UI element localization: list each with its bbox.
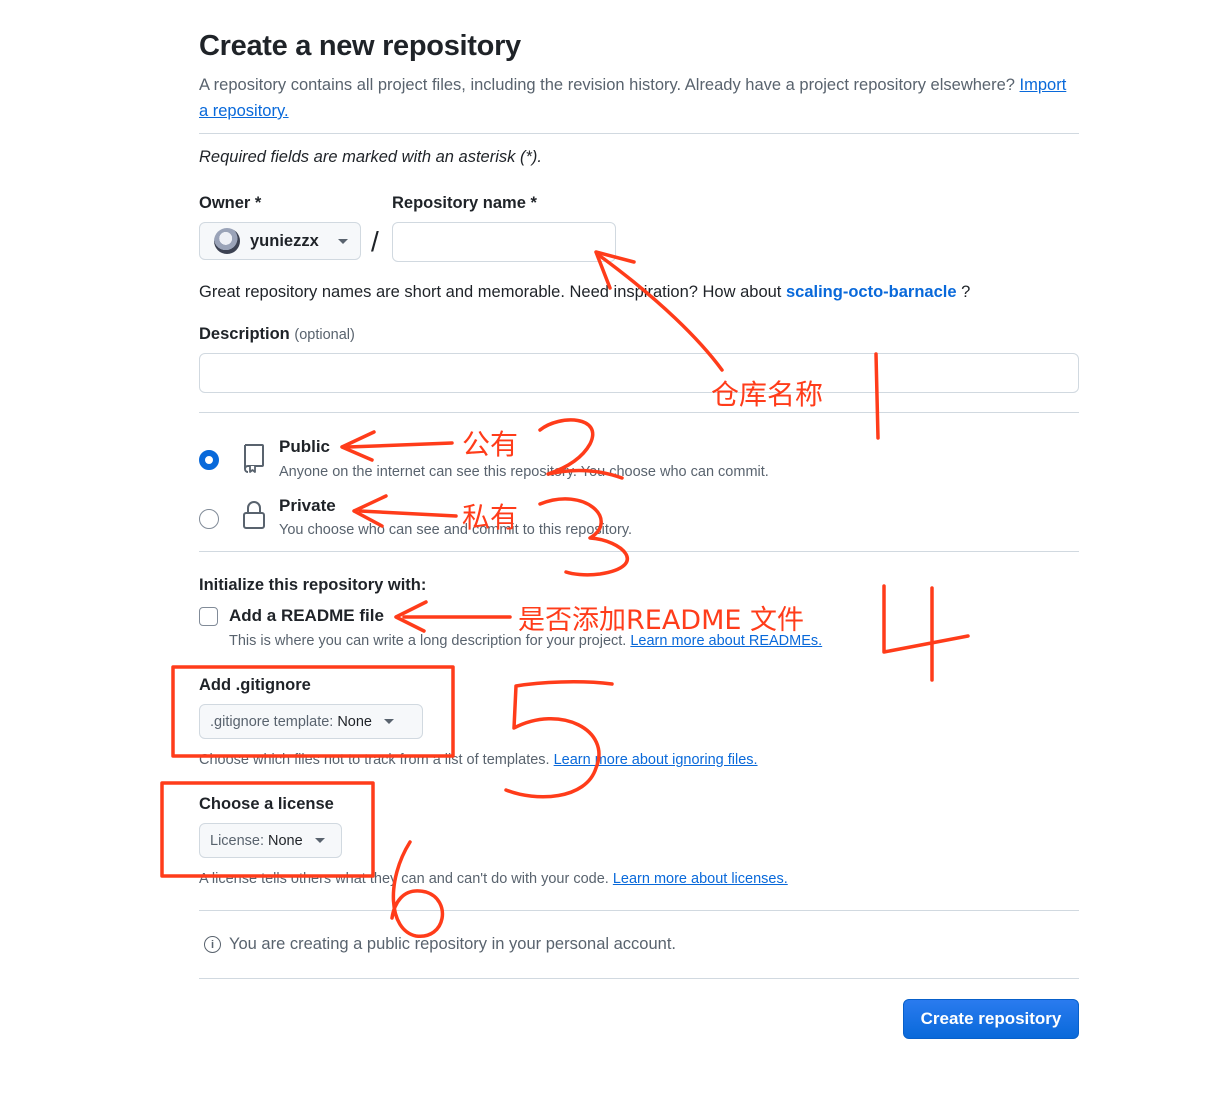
gitignore-template-value: None [337,713,372,730]
divider [199,910,1079,911]
arrowhead-public [340,430,376,462]
account-notice: i You are creating a public repository i… [204,935,676,954]
name-suggestion-link[interactable]: scaling-octo-barnacle [786,283,957,301]
owner-label: Owner * [199,194,262,212]
annotation-public: 公有 [462,428,519,461]
public-radio[interactable] [199,450,219,470]
annotation-number-5 [504,680,614,799]
owner-dropdown[interactable]: yuniezzx [199,222,361,260]
arrowhead-readme [394,600,428,633]
lead-text: A repository contains all project files,… [199,76,1015,94]
private-radio[interactable] [199,509,219,529]
chevron-down-icon [314,838,325,843]
divider [199,551,1079,552]
lock-icon [243,501,265,529]
license-value: None [268,832,303,849]
description-input[interactable] [199,353,1079,393]
gitignore-template-dropdown[interactable]: .gitignore template: None [199,704,423,739]
arrow-public [346,441,454,449]
owner-repo-separator: / [371,226,379,257]
annotation-number-4 [882,584,970,682]
info-icon: i [204,936,221,953]
initialize-heading: Initialize this repository with: [199,576,427,594]
gitignore-description: Choose which files not to track from a l… [199,752,758,768]
repo-icon [244,444,264,473]
arrow-private [358,509,458,518]
page-description: A repository contains all project files,… [199,72,1079,124]
annotation-private: 私有 [462,501,519,534]
annotation-overlay [160,250,970,938]
required-fields-note: Required fields are marked with an aster… [199,148,542,166]
description-label-text: Description [199,325,290,343]
license-description-text: A license tells others what they can and… [199,871,609,887]
license-key: License: [210,832,265,849]
public-title: Public [279,437,331,456]
repo-name-hint-text: Great repository names are short and mem… [199,283,782,301]
annotation-repo-name: 仓库名称 [711,378,824,411]
annotation-number-6 [390,840,445,938]
gitignore-template-key: .gitignore template: [210,713,334,730]
account-notice-text: You are creating a public repository in … [229,935,676,953]
chevron-down-icon [338,238,348,244]
divider [199,133,1079,134]
gitignore-learn-more-link[interactable]: Learn more about ignoring files. [554,752,758,768]
description-label: Description (optional) [199,325,355,344]
chevron-down-icon [384,719,394,724]
description-optional: (optional) [294,327,355,343]
repo-name-label: Repository name * [392,194,537,212]
license-label: Choose a license [199,795,334,813]
divider [199,412,1079,413]
page-title: Create a new repository [199,30,521,62]
annotation-readme: 是否添加README 文件 [518,605,805,636]
repo-name-hint: Great repository names are short and mem… [199,283,970,302]
repo-name-hint-end: ? [961,283,971,301]
private-description: You choose who can see and commit to thi… [279,522,633,538]
gitignore-description-text: Choose which files not to track from a l… [199,752,550,768]
license-description: A license tells others what they can and… [199,871,788,887]
create-repository-button[interactable]: Create repository [903,999,1079,1039]
public-description: Anyone on the internet can see this repo… [279,464,769,480]
divider [199,978,1079,979]
readme-checkbox[interactable] [199,607,218,626]
avatar [214,228,240,254]
license-dropdown[interactable]: License: None [199,823,342,858]
gitignore-label: Add .gitignore [199,676,311,694]
readme-label[interactable]: Add a README file [229,606,384,626]
repo-name-input[interactable] [392,222,616,262]
owner-name: yuniezzx [250,231,319,250]
license-learn-more-link[interactable]: Learn more about licenses. [613,871,788,887]
private-title: Private [279,496,336,515]
